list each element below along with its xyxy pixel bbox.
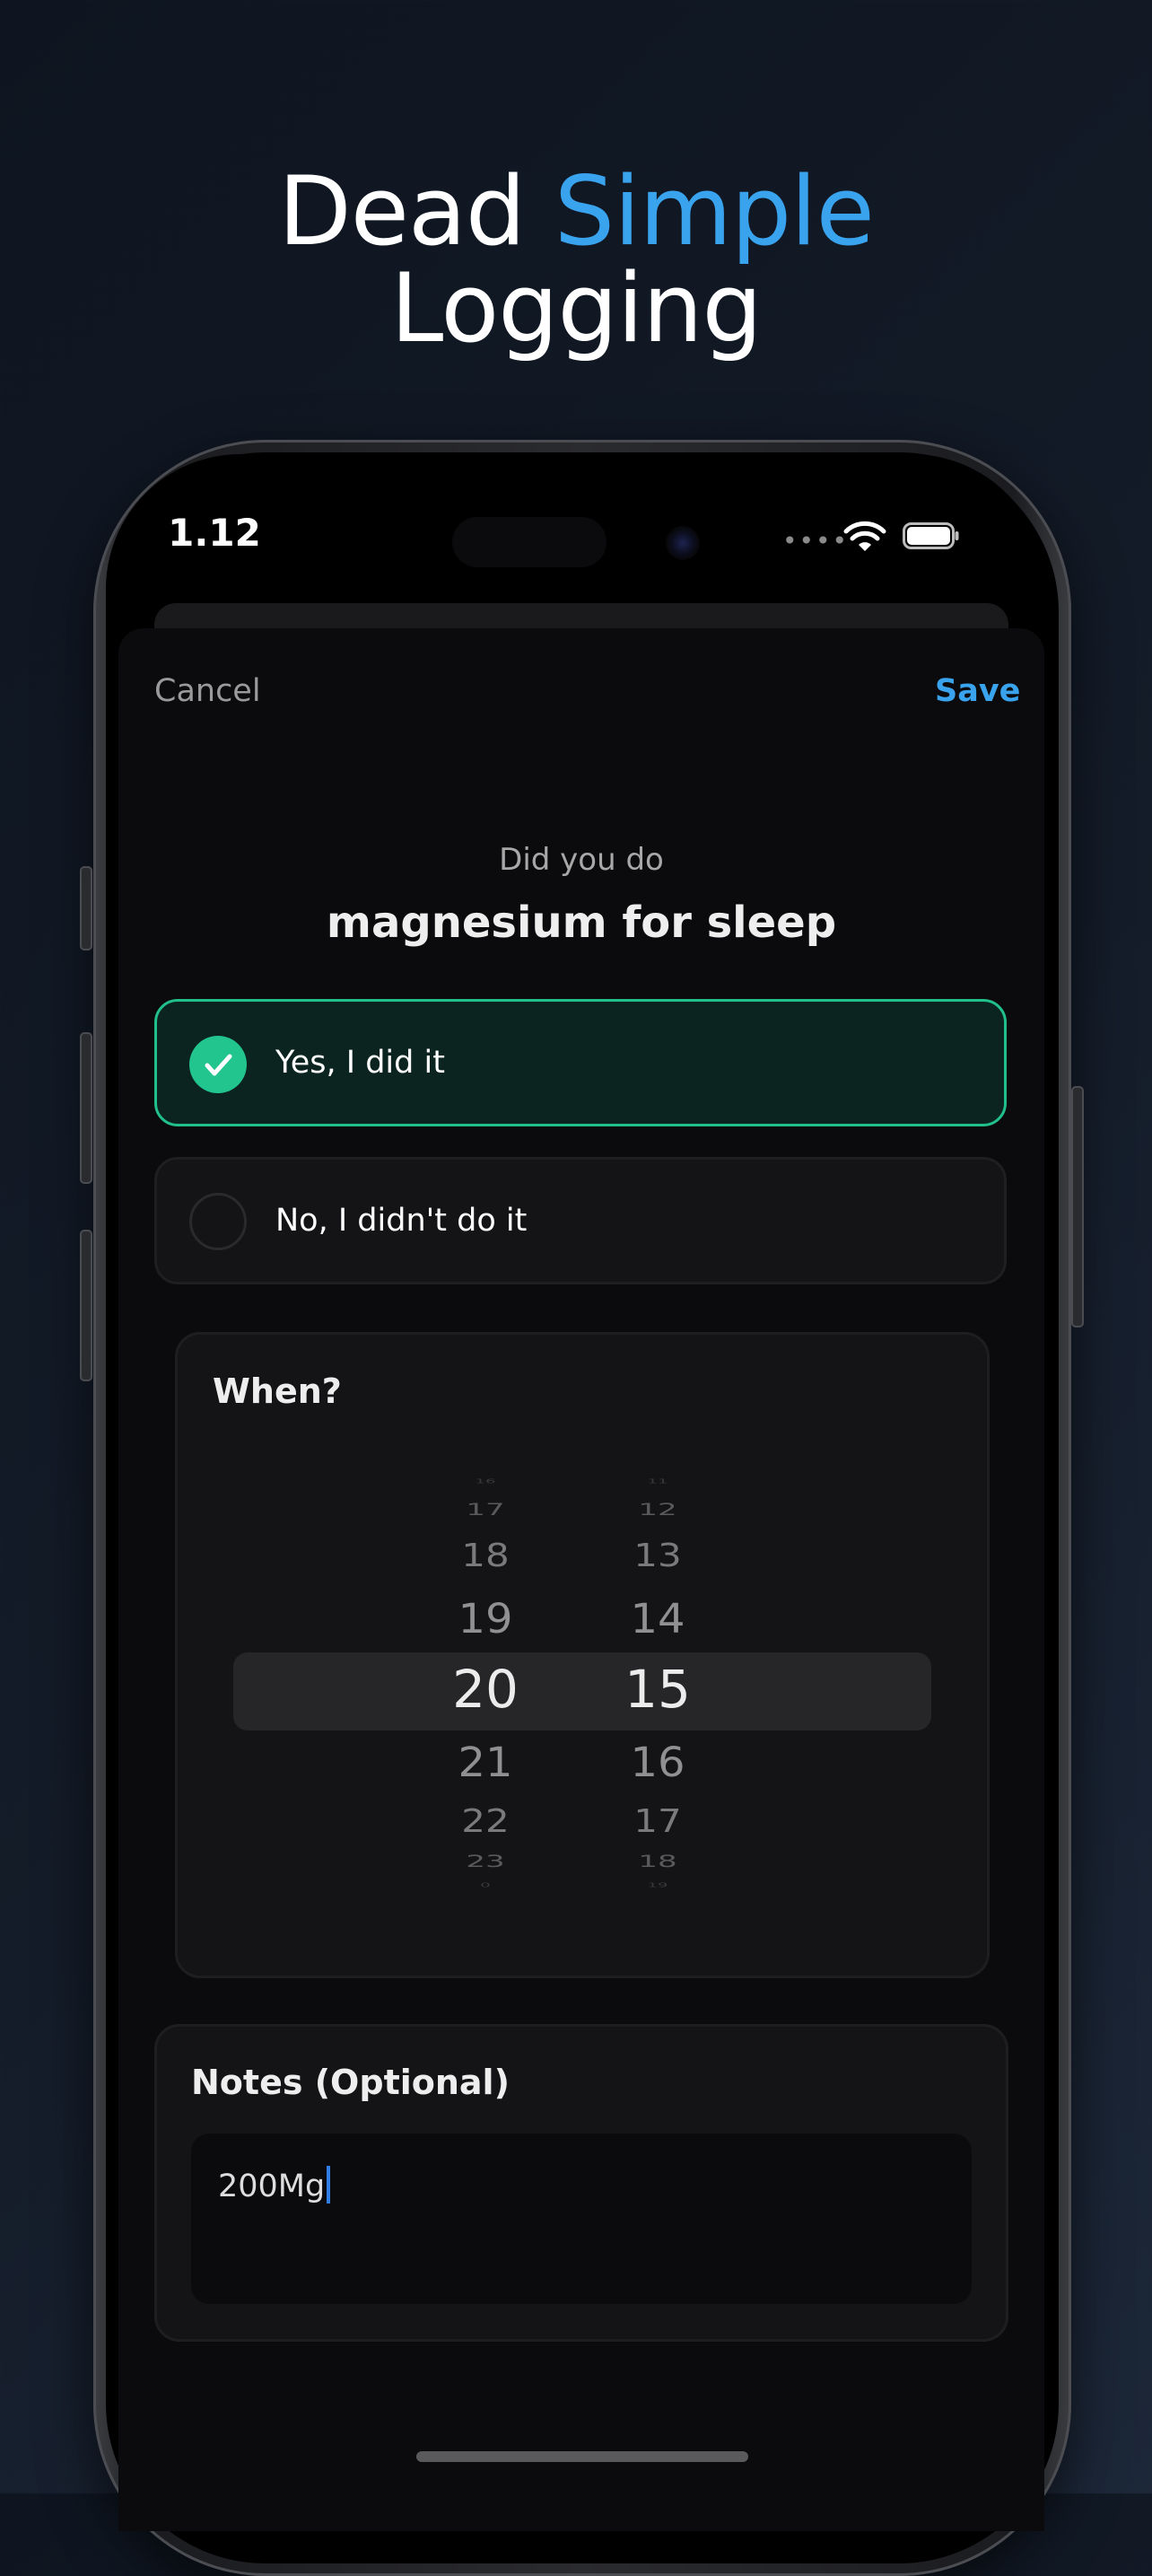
cellular-signal-icon: •••• (782, 526, 850, 556)
minute-option[interactable]: 13 (590, 1537, 725, 1574)
option-no-label: No, I didn't do it (275, 1203, 528, 1239)
option-no[interactable]: No, I didn't do it (154, 1157, 1007, 1284)
wifi-icon (843, 521, 886, 551)
headline-line-2: Logging (390, 253, 763, 364)
dynamic-island (452, 517, 607, 567)
picker-selection-highlight (233, 1652, 931, 1730)
option-yes[interactable]: Yes, I did it (154, 999, 1007, 1126)
mute-switch (80, 866, 92, 951)
minute-option[interactable]: 17 (590, 1802, 725, 1840)
hour-option[interactable]: 19 (418, 1595, 553, 1643)
hour-option[interactable]: 17 (418, 1500, 553, 1520)
battery-icon (903, 522, 959, 549)
volume-up-button (80, 1032, 92, 1184)
hour-option[interactable]: 21 (418, 1739, 553, 1786)
headline-line-1: Dead Simple (0, 163, 1152, 260)
habit-name: magnesium for sleep (326, 898, 837, 948)
minute-option[interactable]: 14 (590, 1595, 725, 1643)
hour-option[interactable]: 0 (418, 1881, 553, 1888)
checkmark-icon (189, 1036, 247, 1093)
radio-circle-icon (189, 1193, 247, 1250)
minute-option[interactable]: 12 (590, 1500, 725, 1520)
hour-option[interactable]: 16 (418, 1477, 553, 1485)
hour-option[interactable]: 23 (418, 1852, 553, 1871)
when-title: When? (213, 1371, 342, 1411)
option-yes-label: Yes, I did it (275, 1045, 445, 1081)
minute-option[interactable]: 16 (590, 1739, 725, 1786)
home-indicator[interactable] (416, 2451, 748, 2462)
headline: Dead Simple Logging (0, 163, 1152, 357)
volume-down-button (80, 1230, 92, 1381)
minute-option[interactable]: 11 (590, 1477, 725, 1485)
headline-accent-word: Simple (554, 156, 875, 267)
notes-title: Notes (Optional) (191, 2063, 510, 2102)
minute-option[interactable]: 19 (590, 1881, 725, 1888)
notes-input[interactable]: 200Mg (191, 2134, 972, 2304)
minute-option-selected[interactable]: 15 (590, 1659, 725, 1720)
prompt-subtitle: Did you do (499, 842, 664, 878)
notes-text: 200Mg (218, 2169, 326, 2204)
minute-picker-wheel[interactable]: 11 12 13 14 15 16 17 18 19 (590, 1472, 725, 1903)
hour-picker-wheel[interactable]: 16 17 18 19 20 21 22 23 0 (418, 1472, 553, 1903)
front-camera (666, 526, 700, 560)
save-button[interactable]: Save (935, 673, 1020, 709)
headline-word: Dead (278, 156, 526, 267)
text-cursor (327, 2166, 331, 2204)
hour-option[interactable]: 22 (418, 1802, 553, 1840)
hour-option[interactable]: 18 (418, 1537, 553, 1574)
hour-option-selected[interactable]: 20 (418, 1659, 553, 1720)
cancel-button[interactable]: Cancel (154, 673, 261, 709)
power-button (1071, 1086, 1084, 1327)
minute-option[interactable]: 18 (590, 1852, 725, 1871)
notes-value-wrapper: 200Mg (218, 2166, 331, 2204)
status-time: 1.12 (168, 511, 261, 555)
